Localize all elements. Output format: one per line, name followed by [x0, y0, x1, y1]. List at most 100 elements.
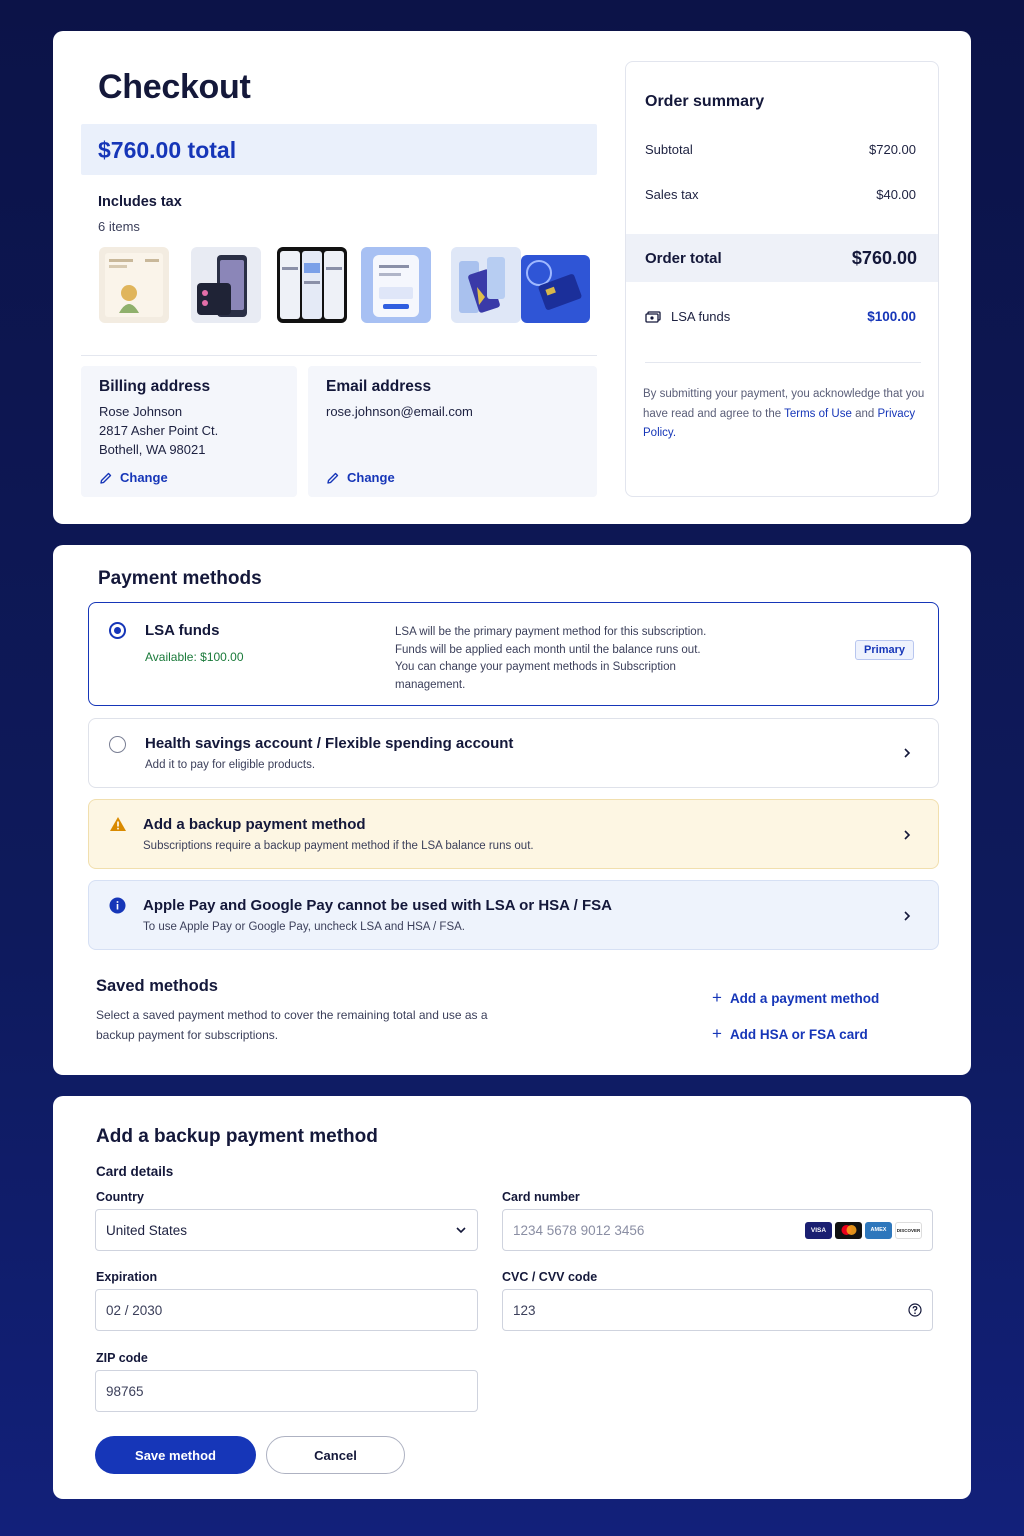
help-icon[interactable]	[908, 1303, 922, 1317]
pencil-icon	[327, 472, 339, 484]
product-thumb-2[interactable]	[191, 247, 261, 323]
terms-text-2: and	[855, 407, 875, 420]
product-thumb-5[interactable]	[451, 247, 521, 323]
product-thumb-6[interactable]	[521, 255, 590, 323]
item-count: 6 items	[98, 219, 140, 234]
expiration-value: 02 / 2030	[106, 1302, 163, 1318]
lsa-desc-line: You can change your payment methods in S…	[395, 661, 676, 673]
backup-warning-subtitle: Subscriptions require a backup payment m…	[143, 840, 534, 852]
cash-icon	[645, 310, 661, 323]
visa-icon: VISA	[805, 1221, 832, 1239]
wallet-info-title: Apple Pay and Google Pay cannot be used …	[143, 897, 612, 914]
saved-desc-line: backup payment for subscriptions.	[96, 1027, 279, 1042]
includes-tax-label: Includes tax	[98, 194, 182, 210]
cancel-button[interactable]: Cancel	[266, 1436, 405, 1474]
plus-icon: +	[712, 1024, 722, 1043]
hsa-title: Health savings account / Flexible spendi…	[145, 735, 514, 752]
summary-divider	[645, 362, 921, 363]
lsa-funds-label: LSA funds	[671, 309, 731, 324]
order-summary: Order summary Subtotal $720.00 Sales tax…	[625, 61, 939, 497]
terms-notice: By submitting your payment, you acknowle…	[643, 385, 928, 444]
cvc-label: CVC / CVV code	[502, 1270, 598, 1284]
expiration-label: Expiration	[96, 1270, 158, 1284]
billing-street: 2817 Asher Point Ct.	[99, 423, 219, 438]
email-value: rose.johnson@email.com	[326, 404, 473, 419]
add-hsa-fsa-card-link[interactable]: + Add HSA or FSA card	[712, 1024, 868, 1044]
card-number-input[interactable]: 1234 5678 9012 3456 VISA AMEX DISCOVER	[502, 1209, 933, 1251]
expiration-input[interactable]: 02 / 2030	[95, 1289, 478, 1331]
country-select[interactable]: United States	[95, 1209, 478, 1251]
warning-icon	[110, 817, 126, 831]
lsa-desc-line: management.	[395, 678, 466, 691]
mastercard-icon	[835, 1221, 862, 1239]
lsa-funds-row: LSA funds $100.00	[645, 309, 916, 324]
order-total-value: $760.00	[851, 247, 917, 268]
wallet-info-banner[interactable]: Apple Pay and Google Pay cannot be used …	[88, 880, 939, 950]
product-thumb-3[interactable]	[277, 247, 347, 323]
order-summary-heading: Order summary	[645, 93, 765, 110]
zip-label: ZIP code	[96, 1351, 148, 1365]
info-icon	[109, 897, 126, 914]
card-number-label: Card number	[502, 1190, 580, 1204]
email-change-link[interactable]: Change	[326, 470, 395, 485]
subtotal-label: Subtotal	[645, 142, 693, 157]
subtotal-row: Subtotal $720.00	[645, 142, 916, 157]
add-hsa-fsa-label: Add HSA or FSA card	[729, 1026, 868, 1042]
chevron-right-icon[interactable]	[901, 747, 913, 759]
add-payment-method-link[interactable]: + Add a payment method	[712, 988, 879, 1008]
amex-icon: AMEX	[865, 1221, 892, 1239]
product-thumb-1[interactable]	[99, 247, 169, 323]
chevron-right-icon[interactable]	[901, 829, 913, 841]
billing-heading: Billing address	[99, 378, 211, 395]
lsa-title: LSA funds	[145, 622, 220, 639]
cvc-value: 123	[513, 1302, 536, 1318]
payment-methods-heading: Payment methods	[98, 568, 262, 589]
checkout-card: Checkout $760.00 total Includes tax 6 it…	[53, 31, 971, 524]
cvc-input[interactable]: 123	[502, 1289, 933, 1331]
payment-option-hsa-fsa[interactable]: Health savings account / Flexible spendi…	[88, 718, 939, 788]
card-details-label: Card details	[96, 1164, 174, 1179]
product-thumb-4[interactable]	[361, 247, 431, 323]
email-change-label: Change	[347, 470, 395, 485]
billing-name: Rose Johnson	[99, 404, 183, 419]
sales-tax-label: Sales tax	[645, 187, 699, 202]
save-method-button[interactable]: Save method	[95, 1436, 256, 1474]
email-heading: Email address	[326, 378, 432, 395]
payment-option-lsa[interactable]: LSA funds Available: $100.00 LSA will be…	[88, 602, 939, 706]
section-divider	[81, 355, 597, 356]
hsa-subtitle: Add it to pay for eligible products.	[145, 759, 316, 771]
card-number-placeholder: 1234 5678 9012 3456	[513, 1222, 645, 1238]
chevron-down-icon	[456, 1227, 466, 1234]
zip-input[interactable]: 98765	[95, 1370, 478, 1412]
page-title: Checkout	[98, 68, 251, 106]
zip-value: 98765	[106, 1383, 144, 1399]
billing-change-label: Change	[120, 470, 168, 485]
country-value: United States	[106, 1222, 188, 1238]
card-brand-icons: VISA AMEX DISCOVER	[802, 1221, 922, 1239]
order-total-label: Order total	[645, 249, 722, 267]
plus-icon: +	[712, 988, 722, 1007]
billing-change-link[interactable]: Change	[99, 470, 168, 485]
subtotal-value: $720.00	[869, 142, 916, 157]
lsa-desc-line: Funds will be applied each month until t…	[395, 643, 701, 656]
lsa-radio[interactable]	[109, 622, 126, 639]
wallet-info-subtitle: To use Apple Pay or Google Pay, uncheck …	[143, 921, 465, 933]
sales-tax-row: Sales tax $40.00	[645, 187, 916, 202]
total-amount: $760.00 total	[98, 137, 237, 163]
email-address-panel: Email address rose.johnson@email.com Cha…	[308, 366, 597, 497]
discover-icon: DISCOVER	[895, 1221, 922, 1239]
lsa-available: Available: $100.00	[145, 650, 244, 664]
saved-methods-heading: Saved methods	[96, 977, 218, 995]
add-payment-method-label: Add a payment method	[729, 990, 880, 1006]
billing-address-panel: Billing address Rose Johnson 2817 Asher …	[81, 366, 297, 497]
chevron-right-icon[interactable]	[901, 910, 913, 922]
backup-warning-banner[interactable]: Add a backup payment method Subscription…	[88, 799, 939, 869]
hsa-radio[interactable]	[109, 736, 126, 753]
lsa-funds-value: $100.00	[867, 309, 916, 324]
order-total-row: Order total $760.00	[626, 234, 938, 282]
pencil-icon	[100, 472, 112, 484]
payment-methods-card: Payment methods LSA funds Available: $10…	[53, 545, 971, 1075]
terms-of-use-link[interactable]: Terms of Use	[784, 408, 852, 420]
primary-badge: Primary	[855, 640, 914, 660]
backup-form-heading: Add a backup payment method	[96, 1126, 378, 1147]
